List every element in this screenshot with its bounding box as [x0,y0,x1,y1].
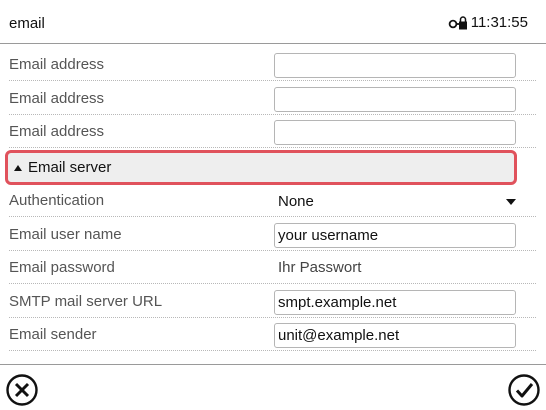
sender-label: Email sender [9,326,97,343]
smtp-url-field[interactable]: smpt.example.net [274,290,516,315]
email-address-field-1[interactable] [274,53,516,78]
email-address-row-3: Email address [9,115,536,148]
key-lock-icon [448,15,468,31]
dropdown-caret-icon [506,199,516,205]
email-address-label: Email address [9,90,105,107]
password-row: Email password Ihr Passwort [9,251,536,284]
authentication-value: None [278,193,314,210]
authentication-row: Authentication None [9,184,536,217]
password-label: Email password [9,259,115,276]
cancel-button[interactable] [5,373,39,407]
password-field[interactable]: Ihr Passwort [278,251,361,284]
user-name-field[interactable]: your username [274,223,516,248]
user-name-label: Email user name [9,226,122,243]
email-address-field-3[interactable] [274,120,516,145]
confirm-circle-check-icon [508,374,540,406]
user-name-row: Email user name your username [9,218,536,251]
cancel-circle-x-icon [6,374,38,406]
clock-time: 11:31:55 [470,14,528,31]
sender-row: Email sender unit@example.net [9,318,536,351]
email-address-row-1: Email address [9,48,536,81]
sender-field[interactable]: unit@example.net [274,323,516,348]
confirm-button[interactable] [507,373,541,407]
smtp-url-row: SMTP mail server URL smpt.example.net [9,285,536,318]
title-bar: email 11:31:55 [0,0,546,44]
email-address-row-2: Email address [9,82,536,115]
page-title: email [9,15,45,32]
authentication-label: Authentication [9,192,105,209]
smtp-url-label: SMTP mail server URL [9,293,163,310]
email-address-label: Email address [9,123,105,140]
section-label: Email server [28,159,112,176]
email-address-field-2[interactable] [274,87,516,112]
footer-bar [0,364,546,410]
authentication-select[interactable]: None [274,189,520,214]
email-address-label: Email address [9,56,105,73]
status-area: 11:31:55 [448,14,528,31]
triangle-up-icon [14,164,22,171]
email-server-section-toggle[interactable]: Email server [5,150,517,185]
